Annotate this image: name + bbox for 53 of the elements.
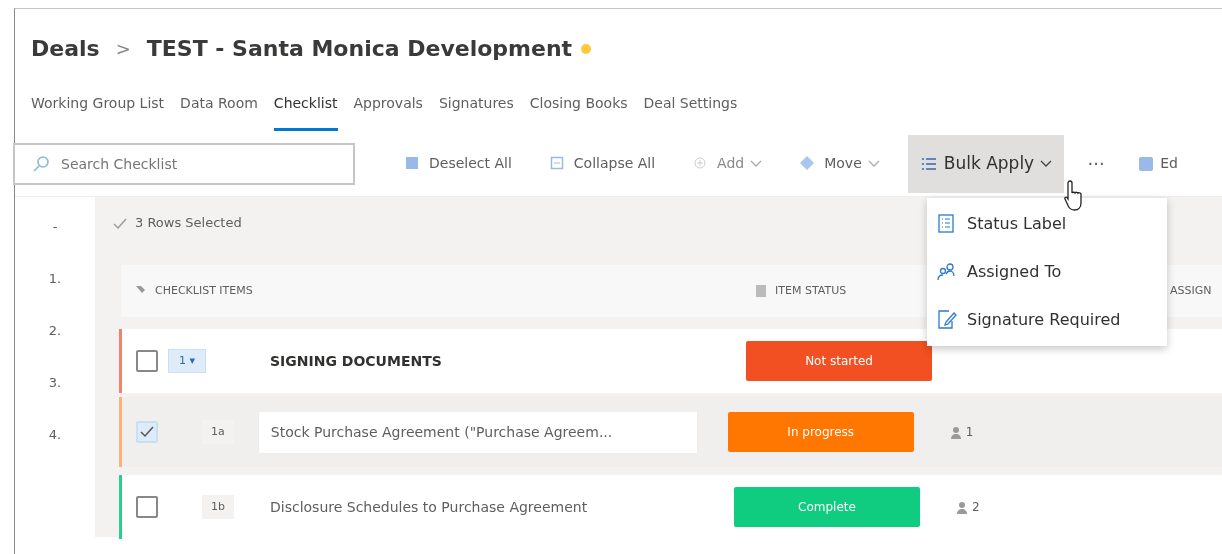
list-icon bbox=[919, 155, 938, 172]
column-header: ITEM STATUS bbox=[775, 282, 847, 299]
caret-icon bbox=[867, 159, 880, 168]
menu-item[interactable]: Status Label bbox=[927, 200, 1167, 248]
toolbar-button[interactable]: Ed bbox=[1128, 134, 1188, 193]
caret-icon bbox=[750, 159, 763, 168]
search-field[interactable]: Search Checklist bbox=[13, 142, 355, 185]
check-icon bbox=[113, 217, 127, 229]
tab[interactable]: Data Room bbox=[180, 77, 258, 131]
tab[interactable]: Signatures bbox=[438, 77, 514, 131]
caret-icon bbox=[1040, 159, 1053, 168]
more-button[interactable]: ··· bbox=[1072, 134, 1121, 193]
tab[interactable]: Closing Books bbox=[529, 77, 628, 131]
people-icon bbox=[937, 262, 957, 282]
assignee-count: 2 bbox=[972, 499, 980, 516]
checklist-icon bbox=[937, 214, 957, 234]
signature-icon bbox=[937, 310, 957, 330]
tab[interactable]: Approvals bbox=[353, 77, 423, 131]
menu-item[interactable]: Signature Required bbox=[927, 296, 1167, 344]
tab[interactable]: Checklist bbox=[273, 77, 338, 131]
item-title: SIGNING DOCUMENTS bbox=[269, 351, 443, 371]
row-number: 2. bbox=[48, 322, 62, 340]
column-header: ASSIGN bbox=[1170, 282, 1212, 299]
row-number: 3. bbox=[48, 374, 62, 392]
breadcrumb-separator: > bbox=[115, 37, 131, 61]
row-number: 1. bbox=[48, 270, 62, 288]
person-icon bbox=[949, 425, 962, 439]
toolbar-button[interactable]: Deselect All bbox=[395, 134, 522, 193]
tab[interactable]: Deal Settings bbox=[643, 77, 738, 131]
person-icon bbox=[956, 500, 968, 514]
menu-item[interactable]: Assigned To bbox=[927, 248, 1167, 296]
column-icon bbox=[755, 284, 767, 298]
tab[interactable]: Working Group List bbox=[31, 77, 165, 131]
table-row[interactable]: 1b Disclosure Schedules to Purchase Agreement Complete 2 bbox=[119, 475, 1222, 539]
assignee-count: 1 bbox=[965, 424, 974, 441]
toolbar-button[interactable]: Collapse All bbox=[539, 134, 666, 193]
toolbar-button[interactable]: Move bbox=[790, 134, 890, 193]
checkbox[interactable] bbox=[136, 496, 158, 518]
item-title: Stock Purchase Agreement ("Purchase Agreem... bbox=[257, 410, 698, 454]
toolbar-button[interactable]: Bulk Apply bbox=[907, 134, 1065, 193]
item-number: 1b bbox=[202, 494, 234, 520]
checkbox[interactable] bbox=[136, 350, 158, 372]
check-icon bbox=[140, 426, 154, 438]
row-number: - bbox=[52, 218, 58, 236]
item-title: Disclosure Schedules to Purchase Agreement bbox=[269, 497, 589, 517]
table-row[interactable]: 1 ▾ SIGNING DOCUMENTS Not started bbox=[119, 329, 1222, 393]
selection-summary: 3 Rows Selected bbox=[135, 214, 242, 233]
column-header: CHECKLIST ITEMS bbox=[155, 282, 253, 299]
item-number: 1 ▾ bbox=[168, 348, 207, 374]
deal-title: TEST - Santa Monica Development bbox=[146, 35, 573, 63]
row-number: 4. bbox=[48, 426, 62, 444]
status-label[interactable]: Not started bbox=[746, 341, 933, 381]
breadcrumb-link[interactable]: Deals bbox=[31, 32, 100, 65]
